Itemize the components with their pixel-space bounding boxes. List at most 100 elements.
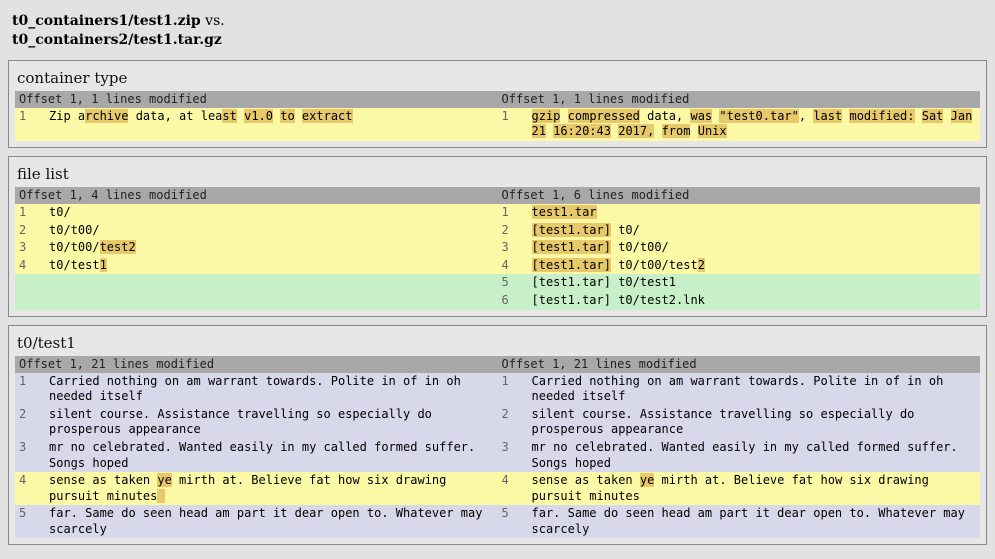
diff-text-segment: modified: — [849, 109, 914, 123]
diff-section: container typeOffset 1, 1 lines modified… — [8, 60, 987, 148]
diff-text-segment: gzip — [532, 109, 561, 123]
title-left: t0_containers1/test1.zip — [12, 13, 201, 29]
diff-row: 4sense as taken ye mirth at. Believe fat… — [15, 472, 980, 505]
line-number: 3 — [498, 439, 532, 472]
diff-text-segment: t0/t00/ — [611, 240, 669, 254]
line-number: 3 — [15, 439, 49, 472]
diff-column-header: Offset 1, 4 lines modified Offset 1, 6 li… — [15, 187, 980, 204]
diff-text-segment: test2 — [100, 240, 136, 254]
diff-row: 2silent course. Assistance travelling so… — [15, 406, 980, 439]
diff-cell-left: t0/ — [49, 204, 498, 222]
diff-text-segment: [test1.tar] — [532, 258, 611, 272]
diff-text-segment: 21 — [532, 124, 546, 138]
diff-text-segment: t0/ — [49, 205, 71, 219]
diff-text-segment — [560, 109, 567, 123]
diff-cell-right: gzip compressed data, was "test0.tar", l… — [532, 108, 981, 141]
line-number: 6 — [498, 292, 532, 310]
diff-cell-left — [49, 292, 498, 310]
diff-text-segment: Unix — [698, 124, 727, 138]
diff-text-segment: mr no celebrated. Wanted easily in my ca… — [49, 440, 483, 470]
diff-text-segment — [972, 109, 979, 123]
diff-row: 3mr no celebrated. Wanted easily in my c… — [15, 439, 980, 472]
diff-text-segment — [690, 124, 697, 138]
diff-cell-left: t0/t00/ — [49, 222, 498, 240]
diff-cell-right: test1.tar — [532, 204, 981, 222]
diff-cell-left: t0/t00/test2 — [49, 239, 498, 257]
diff-cell-right: Carried nothing on am warrant towards. P… — [532, 373, 981, 406]
diff-column-header: Offset 1, 21 lines modifiedOffset 1, 21 … — [15, 356, 980, 373]
right-offset-label: Offset 1, 6 lines modified — [498, 187, 696, 204]
diff-text-segment: sense as taken — [532, 473, 640, 487]
diff-row: 4t0/test14[test1.tar] t0/t00/test2 — [15, 257, 980, 275]
line-number: 4 — [498, 257, 532, 275]
diff-cell-left: mr no celebrated. Wanted easily in my ca… — [49, 439, 498, 472]
diff-text-segment: far. Same do seen head am part it dear o… — [49, 506, 490, 536]
diff-cell-right: silent course. Assistance travelling so … — [532, 406, 981, 439]
line-number: 4 — [15, 257, 49, 275]
section-title: container type — [15, 67, 980, 91]
line-number: 2 — [15, 406, 49, 439]
diff-text-segment: sense as taken — [49, 473, 157, 487]
diff-text-segment: t0/t00/ — [49, 223, 100, 237]
line-number: 5 — [15, 505, 49, 538]
diff-text-segment: v1.0 — [244, 109, 273, 123]
diff-text-segment: 2017, — [618, 124, 654, 138]
line-number: 2 — [498, 406, 532, 439]
line-number: 4 — [498, 472, 532, 505]
diff-column-header: Offset 1, 1 lines modified Offset 1, 1 li… — [15, 91, 980, 108]
diff-text-segment: rchive — [85, 109, 128, 123]
diff-text-segment: Carried nothing on am warrant towards. P… — [49, 374, 468, 404]
diff-text-segment: silent course. Assistance travelling so … — [49, 407, 439, 437]
diff-cell-left: silent course. Assistance travelling so … — [49, 406, 498, 439]
diff-text-segment: far. Same do seen head am part it dear o… — [532, 506, 973, 536]
diff-cell-left: Zip archive data, at least v1.0 to extra… — [49, 108, 498, 141]
diff-text-segment: data, — [640, 109, 691, 123]
line-number: 2 — [15, 222, 49, 240]
line-number: 3 — [498, 239, 532, 257]
diff-cell-left: far. Same do seen head am part it dear o… — [49, 505, 498, 538]
line-number: 3 — [15, 239, 49, 257]
diff-cell-right: [test1.tar] t0/test1 — [532, 274, 981, 292]
diff-section: t0/test1Offset 1, 21 lines modifiedOffse… — [8, 325, 987, 546]
diff-cell-left: sense as taken ye mirth at. Believe fat … — [49, 472, 498, 505]
diff-row: 3t0/t00/test23[test1.tar] t0/t00/ — [15, 239, 980, 257]
diff-text-segment: st — [222, 109, 236, 123]
diff-text-segment — [295, 109, 302, 123]
left-offset-label: Offset 1, 1 lines modified — [15, 91, 213, 108]
diff-text-segment: from — [662, 124, 691, 138]
diff-text-segment: was — [690, 109, 712, 123]
diff-row: 1Zip archive data, at least v1.0 to extr… — [15, 108, 980, 141]
diff-text-segment: data, at lea — [128, 109, 222, 123]
diff-cell-right: mr no celebrated. Wanted easily in my ca… — [532, 439, 981, 472]
line-number: 1 — [15, 373, 49, 406]
diff-text-segment: Zip a — [49, 109, 85, 123]
diff-cell-right: [test1.tar] t0/ — [532, 222, 981, 240]
diff-text-segment: test1.tar — [532, 205, 597, 219]
diff-row: 2t0/t00/2[test1.tar] t0/ — [15, 222, 980, 240]
diff-text-segment: silent course. Assistance travelling so … — [532, 407, 922, 437]
diff-text-segment: [test1.tar] — [532, 223, 611, 237]
diff-section: file listOffset 1, 4 lines modifiedOffse… — [8, 156, 987, 317]
diff-cell-right: far. Same do seen head am part it dear o… — [532, 505, 981, 538]
line-number: 1 — [15, 108, 49, 141]
title-right: t0_containers2/test1.tar.gz — [12, 32, 222, 48]
diff-text-segment — [943, 109, 950, 123]
right-offset-label: Offset 1, 1 lines modified — [498, 91, 696, 108]
diff-cell-right: sense as taken ye mirth at. Believe fat … — [532, 472, 981, 505]
line-number: 5 — [498, 274, 532, 292]
diff-text-segment — [654, 124, 661, 138]
left-offset-label: Offset 1, 4 lines modified — [15, 187, 213, 204]
diff-text-segment: 1 — [100, 258, 107, 272]
diff-text-segment: ye — [157, 473, 171, 487]
diff-row: 1Carried nothing on am warrant towards. … — [15, 373, 980, 406]
diff-row: 5[test1.tar] t0/test1 — [15, 274, 980, 292]
right-offset-label: Offset 1, 21 lines modified — [498, 356, 703, 373]
diff-text-segment: ye — [640, 473, 654, 487]
diff-text-segment: Carried nothing on am warrant towards. P… — [532, 374, 951, 404]
section-title: file list — [15, 163, 980, 187]
line-number — [15, 292, 49, 310]
diff-text-segment — [157, 489, 164, 503]
diff-cell-right: [test1.tar] t0/t00/test2 — [532, 257, 981, 275]
diff-text-segment: t0/test — [49, 258, 100, 272]
diff-cell-left — [49, 274, 498, 292]
